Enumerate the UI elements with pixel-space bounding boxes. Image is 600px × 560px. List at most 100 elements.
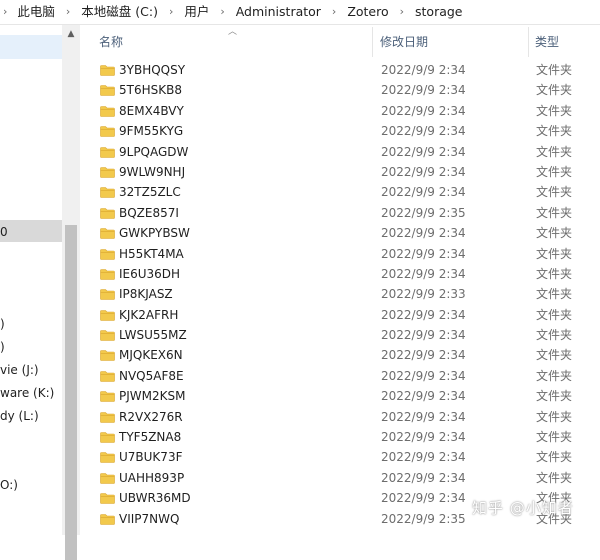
file-name[interactable]: R2VX276R [119,407,183,427]
file-row[interactable]: PJWM2KSM 2022/9/9 2:34 文件夹 [80,386,600,406]
file-row[interactable]: 5T6HSKB8 2022/9/9 2:34 文件夹 [80,80,600,100]
file-modified-date: 2022/9/9 2:34 [381,164,466,179]
nav-item-drive[interactable]: ) [0,315,62,333]
file-type: 文件夹 [536,409,573,424]
file-row[interactable]: 9FM55KYG 2022/9/9 2:34 文件夹 [80,121,600,141]
folder-icon [100,432,115,443]
column-divider[interactable] [372,27,373,57]
scrollbar-thumb[interactable] [65,225,77,560]
file-row[interactable]: 32TZ5ZLC 2022/9/9 2:34 文件夹 [80,182,600,202]
file-name[interactable]: UBWR36MD [119,488,191,508]
file-name[interactable]: 5T6HSKB8 [119,80,182,100]
nav-item-drive-k[interactable]: ware (K:) [0,384,62,402]
file-name[interactable]: VIIP7NWQ [119,509,179,529]
file-list[interactable]: 3YBHQQSY 2022/9/9 2:34 文件夹 5T6HSKB8 2022/9/9… [80,60,600,529]
scroll-up-arrow-icon[interactable]: ▲ [66,29,76,39]
nav-item-drive-j[interactable]: vie (J:) [0,361,62,379]
folder-icon [100,371,115,382]
nav-item-drive-o[interactable]: O:) [0,476,62,494]
file-row[interactable]: 8EMX4BVY 2022/9/9 2:34 文件夹 [80,101,600,121]
folder-icon [100,85,115,97]
file-name[interactable]: TYF5ZNA8 [119,427,181,447]
address-bar[interactable]: › 此电脑 › 本地磁盘 (C:) › 用户 › Administrator ›… [0,0,600,25]
column-header-type[interactable]: 类型 [535,25,595,57]
folder-icon [100,391,115,403]
file-name[interactable]: NVQ5AF8E [119,366,184,386]
file-type: 文件夹 [536,185,573,200]
breadcrumb-local-disk-c[interactable]: 本地磁盘 (C:) [81,0,158,24]
file-name[interactable]: PJWM2KSM [119,386,185,406]
nav-scrollbar[interactable]: ▲ [62,25,80,560]
file-type: 文件夹 [536,307,573,322]
column-header-name[interactable]: 名称 [99,25,369,57]
file-name[interactable]: 9WLW9NHJ [119,162,185,182]
file-name[interactable]: KJK2AFRH [119,305,178,325]
folder-icon [100,411,115,423]
file-name[interactable]: 9LPQAGDW [119,142,188,162]
column-header-date[interactable]: 修改日期 [380,25,525,57]
file-name[interactable]: LWSU55MZ [119,325,187,345]
file-row[interactable]: GWKPYBSW 2022/9/9 2:34 文件夹 [80,223,600,243]
file-type: 文件夹 [536,226,573,241]
nav-item-selected[interactable]: 0 [0,223,62,241]
breadcrumb-this-pc[interactable]: 此电脑 [17,0,55,24]
file-name[interactable]: H55KT4MA [119,244,184,264]
nav-item-drive[interactable]: ) [0,338,62,356]
file-row[interactable]: 9LPQAGDW 2022/9/9 2:34 文件夹 [80,142,600,162]
file-modified-date: 2022/9/9 2:34 [381,368,466,383]
file-modified-date: 2022/9/9 2:34 [381,185,466,200]
file-row[interactable]: 3YBHQQSY 2022/9/9 2:34 文件夹 [80,60,600,80]
file-modified-date: 2022/9/9 2:34 [381,246,466,261]
watermark: 知乎 @小知者 [472,499,574,517]
folder-icon [100,248,115,260]
file-modified-date: 2022/9/9 2:35 [381,511,466,526]
file-name[interactable]: IE6U36DH [119,264,180,284]
file-row[interactable]: UAHH893P 2022/9/9 2:34 文件夹 [80,468,600,488]
file-row[interactable]: R2VX276R 2022/9/9 2:34 文件夹 [80,407,600,427]
file-row[interactable]: NVQ5AF8E 2022/9/9 2:34 文件夹 [80,366,600,386]
nav-item-drive-l[interactable]: dy (L:) [0,407,62,425]
file-type: 文件夹 [536,83,573,98]
file-type: 文件夹 [536,430,573,445]
file-row[interactable]: BQZE857I 2022/9/9 2:35 文件夹 [80,203,600,223]
navigation-pane[interactable]: 0 ) ) vie (J:) ware (K:) dy (L:) O:) [0,25,62,535]
file-row[interactable]: LWSU55MZ 2022/9/9 2:34 文件夹 [80,325,600,345]
file-row[interactable]: U7BUK73F 2022/9/9 2:34 文件夹 [80,447,600,467]
breadcrumb-users[interactable]: 用户 [184,0,209,24]
file-row[interactable]: IP8KJASZ 2022/9/9 2:33 文件夹 [80,284,600,304]
file-type: 文件夹 [536,246,573,261]
breadcrumb-storage[interactable]: storage [415,0,463,24]
chevron-right-icon[interactable]: › [59,0,77,24]
folder-icon [100,126,115,137]
file-row[interactable]: TYF5ZNA8 2022/9/9 2:34 文件夹 [80,427,600,447]
file-row[interactable]: 9WLW9NHJ 2022/9/9 2:34 文件夹 [80,162,600,182]
file-name[interactable]: 3YBHQQSY [119,60,185,80]
file-name[interactable]: MJQKEX6N [119,345,183,365]
file-type: 文件夹 [536,287,573,302]
breadcrumb-zotero[interactable]: Zotero [347,0,388,24]
chevron-right-icon[interactable]: › [325,0,343,24]
file-row[interactable]: KJK2AFRH 2022/9/9 2:34 文件夹 [80,305,600,325]
file-type: 文件夹 [536,205,573,220]
file-modified-date: 2022/9/9 2:34 [381,266,466,281]
file-name[interactable]: U7BUK73F [119,447,182,467]
file-name[interactable]: BQZE857I [119,203,179,223]
file-modified-date: 2022/9/9 2:34 [381,389,466,404]
column-divider[interactable] [528,27,529,57]
file-row[interactable]: H55KT4MA 2022/9/9 2:34 文件夹 [80,244,600,264]
chevron-right-icon[interactable]: › [162,0,180,24]
chevron-right-icon[interactable]: › [0,0,13,24]
folder-icon [100,207,115,219]
file-row[interactable]: MJQKEX6N 2022/9/9 2:34 文件夹 [80,345,600,365]
file-name[interactable]: 32TZ5ZLC [119,182,181,202]
file-name[interactable]: UAHH893P [119,468,184,488]
file-name[interactable]: 9FM55KYG [119,121,183,141]
chevron-right-icon[interactable]: › [393,0,411,24]
breadcrumb-administrator[interactable]: Administrator [236,0,321,24]
file-name[interactable]: GWKPYBSW [119,223,190,243]
file-name[interactable]: 8EMX4BVY [119,101,184,121]
file-modified-date: 2022/9/9 2:34 [381,409,466,424]
file-name[interactable]: IP8KJASZ [119,284,173,304]
file-row[interactable]: IE6U36DH 2022/9/9 2:34 文件夹 [80,264,600,284]
chevron-right-icon[interactable]: › [213,0,231,24]
